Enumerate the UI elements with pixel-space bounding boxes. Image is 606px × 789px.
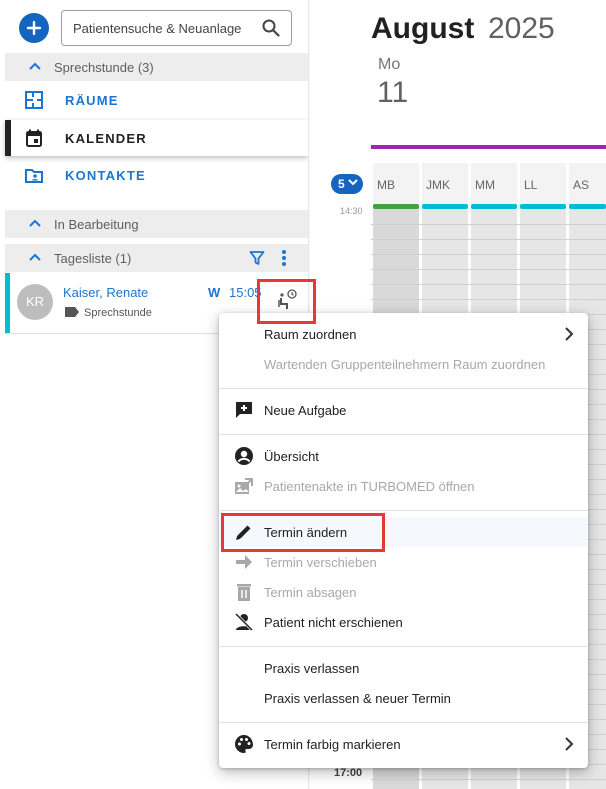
menu-item-label: Termin farbig markieren [264, 737, 401, 752]
resource-column-header[interactable]: LL [520, 163, 566, 209]
menu-item-uebersicht[interactable]: Übersicht [219, 441, 588, 471]
add-comment-icon [236, 402, 252, 418]
contacts-folder-icon [25, 169, 43, 183]
add-button[interactable] [19, 13, 49, 43]
time-gridline [371, 239, 606, 240]
nav-label: RÄUME [65, 93, 119, 108]
chevron-right-icon [565, 737, 574, 751]
menu-item-farbig-markieren[interactable]: Termin farbig markieren [219, 729, 588, 759]
calendar-icon [26, 129, 42, 147]
resource-count-badge[interactable]: 5 [331, 174, 363, 194]
patient-name[interactable]: Kaiser, Renate [63, 285, 148, 300]
waiting-marker: W [208, 285, 221, 300]
menu-item-label: Übersicht [264, 449, 319, 464]
menu-item-gruppe-raum[interactable]: Wartenden Gruppenteilnehmern Raum zuordn… [219, 349, 588, 379]
section-label: Sprechstunde (3) [54, 60, 154, 75]
menu-item-termin-absagen[interactable]: Termin absagen [219, 577, 588, 607]
section-label: Tagesliste (1) [54, 251, 132, 266]
resource-column-header[interactable]: MB [373, 163, 419, 209]
time-gridline [371, 284, 606, 285]
month-label: August [371, 12, 475, 45]
account-circle-icon [235, 447, 253, 465]
search-field[interactable] [61, 10, 292, 46]
chevron-right-icon [565, 327, 574, 341]
menu-item-praxis-verlassen[interactable]: Praxis verlassen [219, 653, 588, 683]
time-label: 14:30 [340, 206, 363, 216]
menu-item-label: Praxis verlassen & neuer Termin [264, 691, 451, 706]
menu-item-patientenakte[interactable]: Patientenakte in TURBOMED öffnen [219, 471, 588, 501]
chevron-down-icon [348, 179, 358, 186]
menu-item-label: Termin absagen [264, 585, 357, 600]
person-off-icon [234, 612, 254, 632]
chevron-up-icon [29, 219, 41, 227]
menu-item-label: Wartenden Gruppenteilnehmern Raum zuordn… [264, 357, 546, 372]
weekday-label: Mo [378, 56, 401, 73]
resource-name: MM [475, 178, 495, 192]
resource-column-header[interactable]: AS [569, 163, 606, 209]
time-gridline [371, 779, 606, 780]
menu-item-praxis-verlassen-neu[interactable]: Praxis verlassen & neuer Termin [219, 683, 588, 713]
nav-label: KONTAKTE [65, 168, 146, 183]
highlight-termin-aendern [221, 513, 385, 552]
section-tagesliste[interactable]: Tagesliste (1) [5, 244, 308, 272]
chevron-up-icon [29, 62, 41, 70]
menu-item-label: Patientenakte in TURBOMED öffnen [264, 479, 475, 494]
time-label: 17:00 [334, 767, 363, 779]
avatar: KR [17, 284, 53, 320]
nav-item-kontakte[interactable]: KONTAKTE [5, 157, 308, 193]
resource-name: LL [524, 178, 538, 192]
resource-column-header[interactable]: MM [471, 163, 517, 209]
trash-icon [237, 584, 251, 601]
menu-item-nicht-erschienen[interactable]: Patient nicht erschienen [219, 607, 588, 637]
chevron-up-icon [29, 253, 41, 261]
nav-item-kalender[interactable]: KALENDER [5, 120, 308, 156]
menu-item-label: Neue Aufgabe [264, 403, 347, 418]
floorplan-icon [25, 91, 43, 109]
time-gridline [371, 299, 606, 300]
menu-item-label: Raum zuordnen [264, 327, 357, 342]
section-label: In Bearbeitung [54, 217, 139, 232]
nav-item-raeume[interactable]: RÄUME [5, 82, 308, 118]
section-in-bearbeitung[interactable]: In Bearbeitung [5, 210, 308, 238]
year-label: 2025 [488, 12, 555, 45]
time-gridline [371, 269, 606, 270]
resource-name: AS [573, 178, 590, 192]
nav-label: KALENDER [65, 131, 147, 146]
arrow-right-icon [236, 555, 252, 569]
menu-item-label: Patient nicht erschienen [264, 615, 403, 630]
status-bar [5, 273, 10, 333]
plus-icon [26, 20, 42, 36]
time-gridline [371, 254, 606, 255]
label-tag-icon [65, 307, 79, 317]
more-vertical-icon[interactable] [281, 249, 287, 267]
search-icon[interactable] [261, 18, 281, 38]
menu-item-label: Praxis verlassen [264, 661, 360, 676]
highlight-waiting-icon [257, 279, 316, 324]
filter-icon[interactable] [249, 250, 265, 266]
resource-name: MB [377, 178, 395, 192]
menu-item-neue-aufgabe[interactable]: Neue Aufgabe [219, 395, 588, 425]
day-label: 11 [377, 76, 409, 109]
appointment-type: Sprechstunde [84, 307, 152, 319]
day-accent-bar [371, 145, 606, 149]
open-record-icon [235, 478, 253, 494]
section-sprechstunde[interactable]: Sprechstunde (3) [5, 53, 308, 81]
resource-name: JMK [426, 178, 450, 192]
badge-count: 5 [338, 177, 345, 191]
resource-column-header[interactable]: JMK [422, 163, 468, 209]
search-input[interactable] [73, 19, 253, 37]
menu-item-label: Termin verschieben [264, 555, 377, 570]
palette-icon [235, 735, 253, 753]
time-gridline [371, 224, 606, 225]
